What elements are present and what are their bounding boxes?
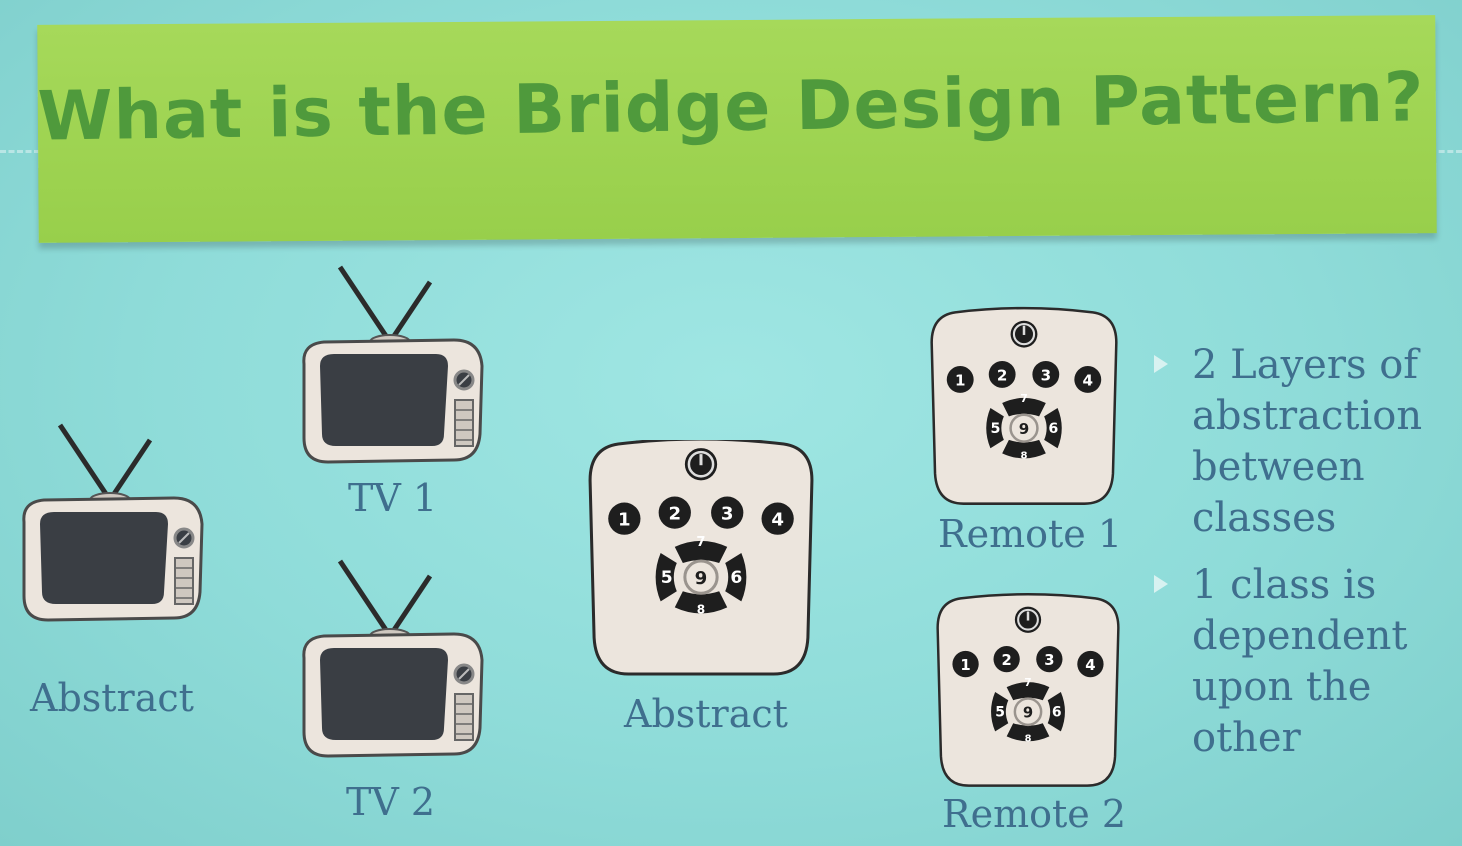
- remote-button-9: 9: [1023, 704, 1033, 721]
- remote-control-icon: 1 2 3 4 7 5 9 6 8: [930, 306, 1118, 505]
- remote-button-6: 6: [1048, 421, 1058, 437]
- remote-button-2: 2: [1002, 652, 1012, 669]
- remote-button-9: 9: [695, 568, 708, 589]
- remote-button-6: 6: [730, 568, 742, 588]
- remote-control-icon: 1 2 3 4 7 5 9 6 8: [936, 593, 1120, 787]
- tv2-label: TV 2: [346, 780, 436, 824]
- television-icon-abstract: [22, 423, 204, 622]
- remote-abstract-label: Abstract: [624, 692, 788, 736]
- remote-button-5: 5: [991, 421, 1001, 437]
- television-icon: [302, 559, 484, 758]
- bullet-item: 2 Layers of abstraction between classes: [1150, 340, 1450, 544]
- remote-button-8: 8: [697, 602, 705, 616]
- remote-button-4: 4: [1083, 371, 1094, 389]
- remote-button-1: 1: [618, 510, 631, 531]
- bullet-item: 1 class is dependent upon the other: [1150, 560, 1450, 764]
- bullet-triangle-icon: [1154, 575, 1168, 593]
- power-icon: [1014, 606, 1042, 633]
- remote-button-3: 3: [1044, 652, 1054, 669]
- remote-button-1: 1: [960, 657, 970, 674]
- remote2-label: Remote 2: [942, 792, 1127, 836]
- television-icon: [302, 265, 484, 464]
- remote-control-icon-remote1: 1 2 3 4 7 5 9 6 8: [930, 306, 1118, 505]
- remote-button-5: 5: [995, 705, 1005, 721]
- remote-button-7: 7: [696, 535, 705, 550]
- remote-button-7: 7: [1024, 676, 1031, 689]
- remote-button-1: 1: [955, 371, 966, 389]
- television-icon: [22, 423, 204, 622]
- remote1-label: Remote 1: [938, 512, 1123, 556]
- tv1-label: TV 1: [348, 476, 438, 520]
- tv-abstract-label: Abstract: [30, 676, 194, 720]
- bullet-text: 1 class is dependent upon the other: [1192, 562, 1408, 761]
- remote-button-2: 2: [668, 504, 681, 525]
- remote-button-7: 7: [1020, 392, 1028, 405]
- remote-button-8: 8: [1025, 733, 1032, 744]
- remote-button-8: 8: [1020, 450, 1027, 461]
- remote-button-4: 4: [1085, 657, 1095, 674]
- remote-control-icon: 1 2 3 4 7 5 9 6 8: [588, 440, 814, 676]
- remote-button-3: 3: [721, 504, 734, 525]
- remote-button-4: 4: [771, 510, 784, 531]
- remote-control-icon-remote2: 1 2 3 4 7 5 9 6 8: [936, 593, 1120, 787]
- remote-button-3: 3: [1041, 366, 1052, 384]
- remote-control-icon-abstract: 1 2 3 4 7 5 9 6 8: [588, 440, 814, 676]
- television-icon-tv2: [302, 559, 484, 758]
- bullet-list: 2 Layers of abstraction between classes …: [1150, 340, 1450, 780]
- power-icon: [1010, 320, 1038, 348]
- power-icon: [684, 448, 718, 481]
- remote-button-6: 6: [1052, 705, 1062, 721]
- bullet-triangle-icon: [1154, 355, 1168, 373]
- television-icon-tv1: [302, 265, 484, 464]
- remote-button-2: 2: [997, 366, 1008, 384]
- remote-button-9: 9: [1019, 420, 1030, 438]
- bullet-text: 2 Layers of abstraction between classes: [1192, 342, 1423, 541]
- remote-button-5: 5: [661, 568, 673, 588]
